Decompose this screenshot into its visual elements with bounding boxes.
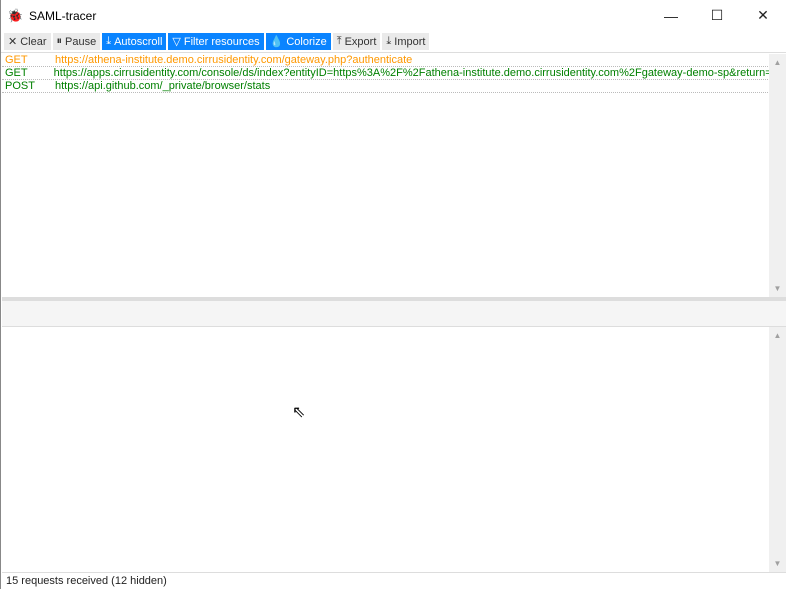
pause-icon: ⏸ xyxy=(56,35,63,47)
status-bar: 15 requests received (12 hidden) xyxy=(2,572,786,589)
pause-button[interactable]: ⏸ Pause xyxy=(52,33,101,50)
request-list: GET https://athena-institute.demo.cirrusi… xyxy=(2,54,786,297)
autoscroll-label: Autoscroll xyxy=(114,35,163,48)
request-detail-pane: ▲ ▼ xyxy=(2,327,786,572)
request-method: POST xyxy=(5,80,35,92)
colorize-button[interactable]: 💧 Colorize xyxy=(265,33,331,50)
filter-resources-label: Filter resources xyxy=(183,35,260,48)
request-list-scrollbar[interactable]: ▲ ▼ xyxy=(769,54,786,297)
colorize-icon: 💧 xyxy=(269,36,284,48)
detail-scrollbar[interactable]: ▲ ▼ xyxy=(769,327,786,572)
close-button[interactable]: ✕ xyxy=(740,0,786,31)
export-button[interactable]: ⤒ Export xyxy=(332,33,381,50)
window-title: SAML-tracer xyxy=(29,8,97,23)
autoscroll-button[interactable]: ⤓ Autoscroll xyxy=(102,33,167,50)
request-method: GET xyxy=(5,67,28,79)
maximize-button[interactable]: ☐ xyxy=(694,0,740,31)
scroll-down-arrow-icon[interactable]: ▼ xyxy=(769,555,786,572)
request-url: https://athena-institute.demo.cirrusiden… xyxy=(55,54,413,66)
request-row[interactable]: POST https://api.github.com/_private/brow… xyxy=(2,80,770,93)
export-icon: ⤒ xyxy=(336,35,342,47)
toolbar: ✕ Clear ⏸ Pause ⤓ Autoscroll ▽ Filter resources… xyxy=(1,31,786,53)
request-row[interactable]: GET https://apps.cirrusidentity.com/conso… xyxy=(2,67,770,80)
scroll-up-arrow-icon[interactable]: ▲ xyxy=(769,54,786,71)
filter-resources-icon: ▽ xyxy=(172,36,181,48)
detail-tabs-bar xyxy=(2,301,786,327)
scroll-down-arrow-icon[interactable]: ▼ xyxy=(769,280,786,297)
title-bar: 🐞 SAML-tracer — ☐ ✕ xyxy=(1,0,786,31)
filter-resources-button[interactable]: ▽ Filter resources xyxy=(168,33,264,50)
clear-button[interactable]: ✕ Clear xyxy=(4,33,51,50)
clear-label: Clear xyxy=(20,35,47,48)
request-row[interactable]: GET https://athena-institute.demo.cirrusi… xyxy=(2,54,770,67)
minimize-button[interactable]: — xyxy=(648,0,694,31)
import-button[interactable]: ⤓ Import xyxy=(382,33,430,50)
autoscroll-icon: ⤓ xyxy=(106,35,112,47)
request-url: https://api.github.com/_private/browser/… xyxy=(55,80,271,92)
export-label: Export xyxy=(344,35,377,48)
colorize-label: Colorize xyxy=(286,35,327,48)
clear-icon: ✕ xyxy=(8,36,18,48)
saml-tracer-logo-icon: 🐞 xyxy=(7,7,24,23)
scroll-up-arrow-icon[interactable]: ▲ xyxy=(769,327,786,344)
request-url: https://apps.cirrusidentity.com/console/… xyxy=(53,67,770,79)
mouse-cursor-icon: ⇖ xyxy=(292,404,306,421)
import-icon: ⤓ xyxy=(386,35,392,47)
import-label: Import xyxy=(394,35,426,48)
request-method: GET xyxy=(5,54,28,66)
pause-label: Pause xyxy=(65,35,97,48)
